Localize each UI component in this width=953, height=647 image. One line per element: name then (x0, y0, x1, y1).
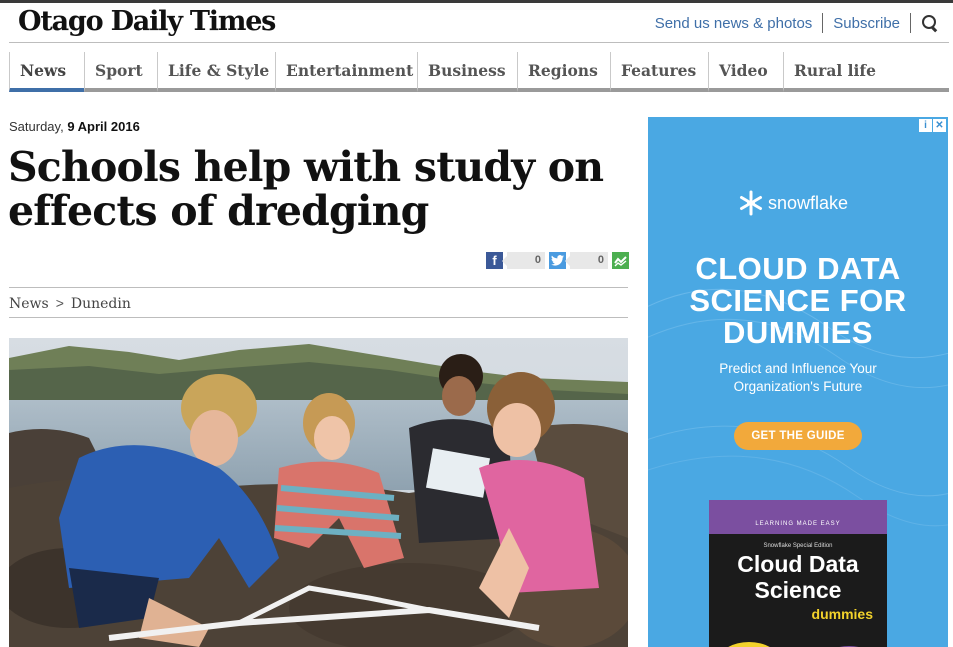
ad-subtitle: Predict and Influence Your Organization'… (719, 361, 877, 394)
site-logo[interactable]: Otago Daily Times (18, 6, 276, 37)
article-headline: Schools help with study on effects of dr… (8, 143, 604, 235)
more-share-icon[interactable] (612, 251, 629, 269)
ad-brand-name: snowflake (768, 192, 849, 213)
masthead: Otago Daily Times Send us news & photos … (9, 3, 949, 43)
twitter-share-count: 0 (565, 251, 608, 269)
article-photo (9, 338, 628, 647)
ad-title: CLOUD DATA SCIENCE FOR DUMMIES (689, 251, 907, 350)
utility-links: Send us news & photos Subscribe (655, 13, 939, 33)
nav-item-rural-life[interactable]: Rural life (783, 52, 949, 92)
ad-close-icon[interactable]: ✕ (933, 119, 946, 132)
nav-item-entertainment[interactable]: Entertainment (275, 52, 417, 92)
book-edition: Snowflake Special Edition (763, 543, 833, 549)
nav-item-sport[interactable]: Sport (84, 52, 157, 92)
ad-brand: snowflake (738, 190, 848, 216)
book-mascot-icon (728, 642, 859, 647)
breadcrumb-separator: > (55, 295, 64, 311)
facebook-share-count: 0 (502, 251, 545, 269)
share-arrows-icon (614, 255, 627, 266)
nav-item-video[interactable]: Video (708, 52, 783, 92)
send-news-link[interactable]: Send us news & photos (655, 15, 813, 32)
date-day: Saturday, (9, 119, 64, 134)
article-date: Saturday, 9 April 2016 (9, 119, 140, 134)
breadcrumb-news[interactable]: News (9, 296, 49, 312)
nav-item-news[interactable]: News (9, 52, 84, 92)
main-nav: News Sport Life & Style Entertainment Bu… (9, 52, 949, 92)
ad-info-icon[interactable]: i (919, 119, 932, 132)
snowflake-logo-icon (740, 190, 762, 216)
twitter-bird-icon (551, 254, 564, 266)
breadcrumb: News > Dunedin (9, 287, 628, 318)
twitter-share-icon[interactable] (549, 251, 566, 269)
divider (822, 13, 824, 33)
search-icon[interactable] (921, 14, 939, 32)
advertisement[interactable]: i ✕ snowflake CLOUD DATA SCIENCE FOR DUM… (648, 117, 948, 647)
share-bar: f 0 0 (486, 251, 629, 269)
breadcrumb-dunedin[interactable]: Dunedin (71, 296, 131, 312)
book-title: Cloud Data Science (737, 551, 859, 603)
book-kicker: LEARNING MADE EASY (709, 500, 887, 534)
nav-item-features[interactable]: Features (610, 52, 708, 92)
date-value: 9 April 2016 (67, 119, 140, 134)
nav-item-business[interactable]: Business (417, 52, 517, 92)
book-brand: dummies (811, 606, 873, 622)
nav-item-life-style[interactable]: Life & Style (157, 52, 275, 92)
divider (910, 13, 911, 33)
facebook-share-icon[interactable]: f (486, 251, 503, 269)
ad-controls: i ✕ (919, 119, 946, 132)
nav-item-regions[interactable]: Regions (517, 52, 610, 92)
children-rockpool-photo (9, 338, 628, 647)
get-guide-button[interactable]: GET THE GUIDE (734, 422, 862, 450)
ad-book-cover: LEARNING MADE EASY Snowflake Special Edi… (709, 500, 887, 647)
subscribe-link[interactable]: Subscribe (833, 15, 900, 32)
